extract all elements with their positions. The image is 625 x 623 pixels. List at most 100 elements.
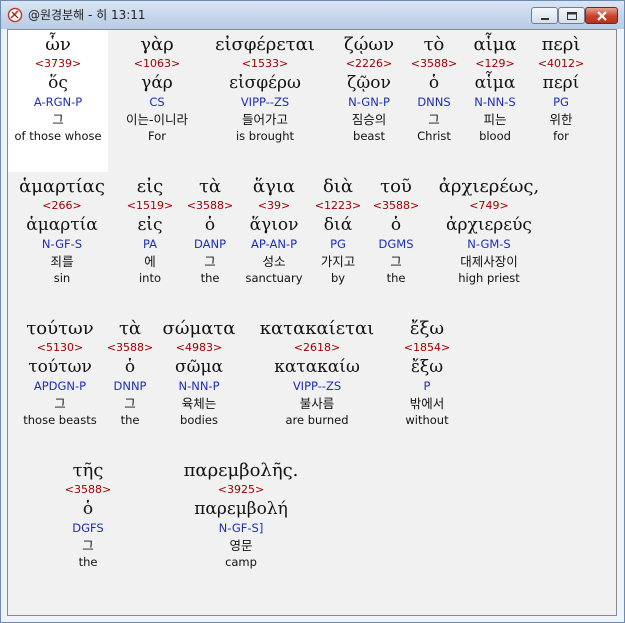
- app-icon: [7, 7, 23, 23]
- english-gloss: the: [120, 413, 140, 427]
- greek-word: περὶ: [541, 34, 581, 55]
- english-gloss: sin: [53, 271, 71, 285]
- korean-gloss: 성소: [262, 254, 286, 269]
- greek-word: ἀρχιερέως,: [438, 176, 540, 197]
- korean-gloss: 그: [428, 112, 440, 127]
- word-block[interactable]: τοῦ <3588> ὁ DGMS 그 the: [366, 176, 426, 286]
- korean-gloss: 불사름: [299, 396, 335, 411]
- strong-number: <3588>: [64, 483, 112, 496]
- lemma: εἰς: [137, 215, 163, 235]
- greek-word: ὧν: [45, 34, 71, 55]
- parsing-code: DGFS: [72, 521, 104, 535]
- parsing-code: N-NN-P: [178, 379, 220, 393]
- lemma: ζῷον: [347, 73, 391, 93]
- word-block[interactable]: παρεμβολῆς. <3925> παρεμβολή N-GF-S] 영문 camp: [176, 460, 306, 570]
- word-block[interactable]: τὰ <3588> ὁ DNNP 그 the: [102, 318, 158, 428]
- word-block[interactable]: κατακαίεται <2618> κατακαίω VIPP--ZS 불사름 are …: [252, 318, 382, 428]
- word-block[interactable]: ἅγια <39> ἅγιον AP-AN-P 성소 sanctuary: [238, 176, 310, 286]
- greek-word: ἁμαρτίας: [19, 176, 105, 197]
- parsing-code: PG: [330, 237, 346, 251]
- greek-word: γὰρ: [140, 34, 174, 55]
- strong-number: <3588>: [372, 199, 420, 212]
- greek-word: αἷμα: [473, 34, 517, 55]
- english-gloss: blood: [479, 129, 511, 143]
- english-gloss: Christ: [417, 129, 451, 143]
- greek-word: τὸ: [423, 34, 445, 55]
- korean-gloss: 이는-이니라: [125, 112, 188, 127]
- parsing-code: VIPP--ZS: [240, 95, 290, 109]
- english-gloss: the: [78, 555, 98, 569]
- strong-number: <3739>: [34, 57, 82, 70]
- english-gloss: for: [553, 129, 569, 143]
- word-block[interactable]: σώματα <4983> σῶμα N-NN-P 육체는 bodies: [158, 318, 240, 428]
- greek-word: ἔξω: [409, 318, 445, 339]
- lemma: ὁ: [124, 357, 136, 377]
- english-gloss: the: [386, 271, 406, 285]
- korean-gloss: 들어가고: [241, 112, 288, 127]
- word-block[interactable]: τὰ <3588> ὁ DANP 그 the: [182, 176, 238, 286]
- word-block[interactable]: εἰς <1519> εἰς PA 에 into: [120, 176, 180, 286]
- korean-gloss: 그: [54, 396, 66, 411]
- word-block[interactable]: ἔξω <1854> ἔξω P 밖에서 without: [394, 318, 460, 428]
- parsing-code: DNNS: [417, 95, 451, 109]
- parsing-code: CS: [149, 95, 165, 109]
- word-block[interactable]: τούτων <5130> τούτων APDGN-P 그 those beasts: [8, 318, 112, 428]
- app-window: @원경분해 - 히 13:11 ὧν <3739> ὅς A-RGN-P 그 of tho…: [0, 0, 625, 623]
- english-gloss: those beasts: [23, 413, 97, 427]
- english-gloss: sanctuary: [245, 271, 303, 285]
- lemma: εἰσφέρω: [229, 73, 301, 93]
- word-block[interactable]: ἁμαρτίας <266> ἁμαρτία N-GF-S 죄를 sin: [8, 176, 116, 286]
- lemma: ὁ: [428, 73, 440, 93]
- lemma: διά: [323, 215, 353, 235]
- parsing-code: APDGN-P: [33, 379, 87, 393]
- word-block[interactable]: τῆς <3588> ὁ DGFS 그 the: [60, 460, 116, 570]
- greek-word: τὰ: [198, 176, 222, 197]
- strong-number: <5130>: [36, 341, 84, 354]
- word-block[interactable]: ζῴων <2226> ζῷον N-GN-P 짐승의 beast: [326, 34, 412, 144]
- parsing-code: PG: [553, 95, 569, 109]
- word-block[interactable]: αἷμα <129> αἷμα N-NN-S 피는 blood: [464, 34, 526, 144]
- strong-number: <4983>: [175, 341, 223, 354]
- english-gloss: the: [200, 271, 220, 285]
- korean-gloss: 위한: [549, 112, 573, 127]
- lemma: αἷμα: [474, 73, 516, 93]
- korean-gloss: 가지고: [320, 254, 356, 269]
- english-gloss: of those whose: [14, 129, 102, 143]
- strong-number: <3588>: [186, 199, 234, 212]
- english-gloss: without: [405, 413, 449, 427]
- parsing-code: N-GM-S: [467, 237, 511, 251]
- word-block[interactable]: εἰσφέρεται <1533> εἰσφέρω VIPP--ZS 들어가고 is br…: [205, 34, 325, 144]
- english-gloss: into: [138, 271, 162, 285]
- word-block[interactable]: ἀρχιερέως, <749> ἀρχιερεύς N-GM-S 대제사장이 high …: [426, 176, 552, 286]
- english-gloss: For: [148, 129, 166, 143]
- strong-number: <39>: [257, 199, 291, 212]
- korean-gloss: 죄를: [50, 254, 74, 269]
- strong-number: <3588>: [410, 57, 458, 70]
- lemma: ὅς: [48, 73, 68, 93]
- english-gloss: is brought: [235, 129, 295, 143]
- korean-gloss: 육체는: [181, 396, 217, 411]
- title-bar[interactable]: @원경분해 - 히 13:11: [1, 1, 624, 29]
- word-block[interactable]: ὧν <3739> ὅς A-RGN-P 그 of those whose: [8, 30, 108, 172]
- strong-number: <749>: [469, 199, 509, 212]
- maximize-button[interactable]: [558, 7, 585, 24]
- word-block[interactable]: διὰ <1223> διά PG 가지고 by: [310, 176, 366, 286]
- word-block[interactable]: περὶ <4012> περί PG 위한 for: [526, 34, 596, 144]
- parsing-code: PA: [142, 237, 158, 251]
- korean-gloss: 그: [390, 254, 402, 269]
- korean-gloss: 대제사장이: [460, 254, 518, 269]
- interlinear-panel: ὧν <3739> ὅς A-RGN-P 그 of those whose γὰρ <1063…: [7, 29, 617, 616]
- greek-word: εἰς: [136, 176, 164, 197]
- parsing-code: DANP: [193, 237, 227, 251]
- korean-gloss: 짐승의: [351, 112, 387, 127]
- close-button[interactable]: [585, 7, 618, 24]
- word-block[interactable]: τὸ <3588> ὁ DNNS 그 Christ: [404, 34, 464, 144]
- word-block[interactable]: γὰρ <1063> γάρ CS 이는-이니라 For: [109, 34, 205, 144]
- english-gloss: are burned: [285, 413, 349, 427]
- minimize-button[interactable]: [531, 7, 558, 24]
- strong-number: <3925>: [217, 483, 265, 496]
- lemma: σῶμα: [175, 357, 223, 377]
- window-title: @원경분해 - 히 13:11: [28, 8, 146, 22]
- lemma: ὁ: [390, 215, 402, 235]
- parsing-code: VIPP--ZS: [292, 379, 342, 393]
